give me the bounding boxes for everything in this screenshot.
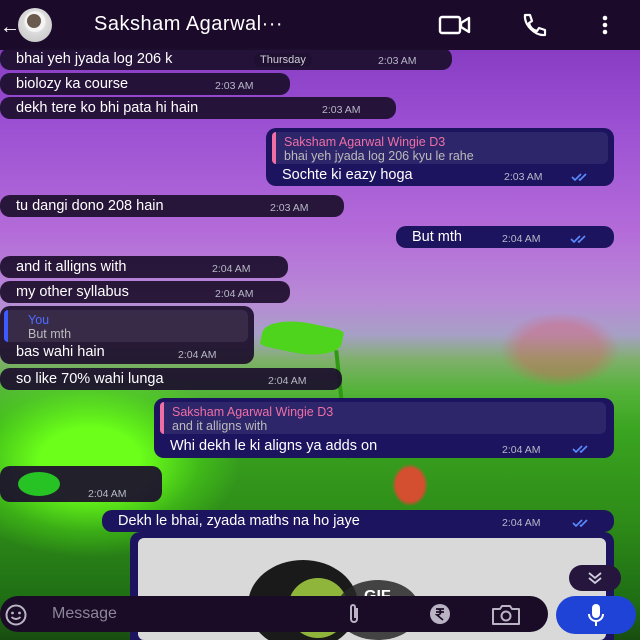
mic-button[interactable] — [556, 596, 636, 634]
message-time: 2:04 AM — [502, 517, 541, 529]
scroll-to-bottom-button[interactable] — [569, 565, 621, 591]
incoming-message[interactable]: so like 70% wahi lunga 2:04 AM — [0, 368, 342, 390]
chat-header: ← Saksham Agarwal··· — [0, 0, 640, 50]
quote-author: Saksham Agarwal Wingie D3 — [284, 135, 446, 149]
quote-text: bhai yeh jyada log 206 kyu le rahe — [284, 149, 474, 163]
message-text: so like 70% wahi lunga — [16, 371, 164, 387]
outgoing-message[interactable]: But mth 2:04 AM — [396, 226, 614, 248]
message-time: 2:04 AM — [212, 263, 251, 275]
quoted-message[interactable]: Saksham Agarwal Wingie D3 and it alligns… — [160, 402, 606, 434]
message-time: 2:03 AM — [215, 80, 254, 92]
back-arrow-icon[interactable]: ← — [0, 16, 20, 39]
message-time: 2:04 AM — [502, 444, 541, 456]
contact-name[interactable]: Saksham Agarwal··· — [94, 13, 283, 36]
message-time: 2:04 AM — [502, 233, 541, 245]
message-time: 2:04 AM — [268, 375, 307, 387]
read-ticks-icon — [571, 173, 587, 182]
quote-author: You — [28, 313, 50, 327]
message-text: Dekh le bhai, zyada maths na ho jaye — [118, 513, 360, 529]
attach-icon[interactable] — [346, 602, 362, 626]
message-text: Sochte ki eazy hoga — [282, 167, 413, 183]
read-ticks-icon — [570, 235, 586, 244]
quote-text: But mth — [28, 327, 72, 341]
message-text: dekh tere ko bhi pata hi hain — [16, 100, 199, 116]
emoji-icon[interactable] — [4, 603, 28, 627]
quote-text: and it alligns with — [172, 419, 268, 433]
message-text: bas wahi hain — [16, 344, 105, 360]
incoming-message[interactable]: bhai yeh jyada log 206 k 2:03 AM — [0, 48, 452, 70]
camera-icon[interactable] — [490, 603, 522, 627]
outgoing-message[interactable]: Saksham Agarwal Wingie D3 and it alligns… — [154, 398, 614, 458]
message-time: 2:04 AM — [88, 488, 127, 500]
message-time: 2:04 AM — [178, 349, 217, 361]
message-text: bhai yeh jyada log 206 k — [16, 51, 173, 67]
incoming-message[interactable]: my other syllabus 2:04 AM — [0, 281, 290, 303]
message-text: and it alligns with — [16, 259, 127, 275]
message-time: 2:03 AM — [270, 202, 309, 214]
incoming-message[interactable]: dekh tere ko bhi pata hi hain 2:03 AM — [0, 97, 396, 119]
mic-icon — [588, 604, 604, 626]
video-call-icon[interactable] — [438, 12, 472, 38]
message-text: biolozy ka course — [16, 76, 129, 92]
message-text: But mth — [412, 229, 462, 245]
quote-bar — [160, 402, 164, 434]
quote-bar — [272, 132, 276, 164]
sticker-icon[interactable] — [18, 472, 60, 496]
more-options-icon[interactable] — [600, 12, 610, 38]
outgoing-message[interactable]: Dekh le bhai, zyada maths na ho jaye 2:0… — [102, 510, 614, 532]
message-time: 2:03 AM — [504, 171, 543, 183]
message-time: 2:03 AM — [322, 104, 361, 116]
avatar[interactable] — [18, 8, 52, 42]
message-input[interactable] — [52, 602, 332, 626]
rupee-payment-icon[interactable] — [428, 602, 452, 626]
message-time: 2:04 AM — [215, 288, 254, 300]
outgoing-message[interactable]: Saksham Agarwal Wingie D3 bhai yeh jyada… — [266, 128, 614, 186]
voice-call-icon[interactable] — [520, 12, 548, 38]
quoted-message[interactable]: You But mth — [4, 310, 248, 342]
message-time: 2:03 AM — [378, 55, 417, 67]
incoming-message[interactable]: biolozy ka course 2:03 AM — [0, 73, 290, 95]
message-text: tu dangi dono 208 hain — [16, 198, 164, 214]
incoming-message[interactable]: tu dangi dono 208 hain 2:03 AM — [0, 195, 344, 217]
quote-bar — [4, 310, 8, 342]
message-composer — [0, 596, 548, 632]
incoming-message[interactable]: and it alligns with 2:04 AM — [0, 256, 288, 278]
message-text: my other syllabus — [16, 284, 129, 300]
read-ticks-icon — [572, 519, 588, 528]
read-ticks-icon — [572, 445, 588, 454]
message-text: Whi dekh le ki aligns ya adds on — [170, 438, 378, 454]
day-separator: Thursday — [254, 53, 312, 67]
quoted-message[interactable]: Saksham Agarwal Wingie D3 bhai yeh jyada… — [272, 132, 608, 164]
chevron-down-icon — [588, 572, 602, 585]
quote-author: Saksham Agarwal Wingie D3 — [172, 405, 334, 419]
incoming-message[interactable]: You But mth bas wahi hain 2:04 AM — [0, 306, 254, 364]
